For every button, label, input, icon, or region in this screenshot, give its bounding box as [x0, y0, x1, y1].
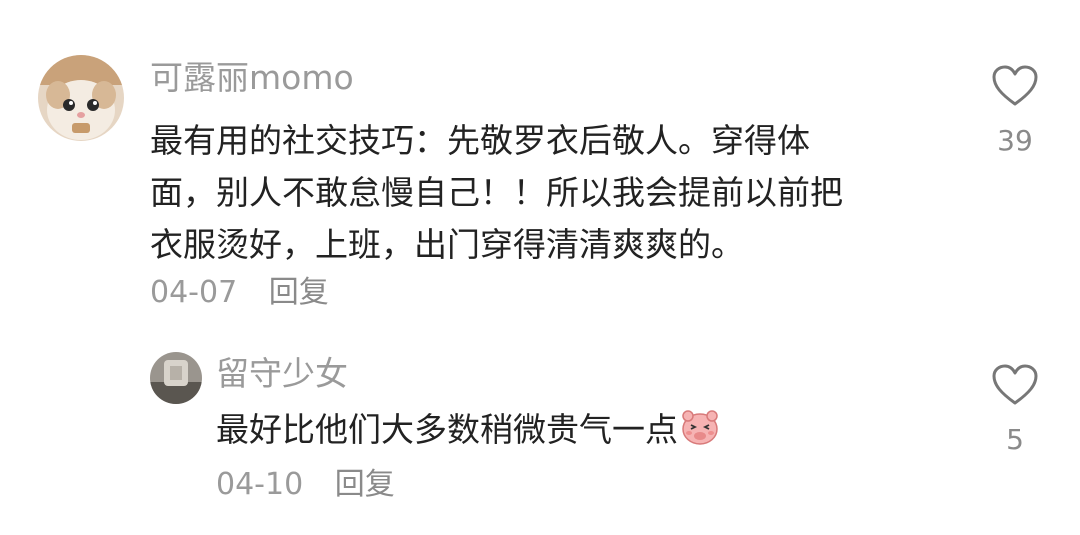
comment-text: 最有用的社交技巧：先敬罗衣后敬人。穿得体 面，别人不敢怠慢自己！！所以我会提前以… [150, 115, 843, 271]
comment-text: 最好比他们大多数稍微贵气一点 [216, 404, 720, 462]
comment-date: 04-10 [216, 467, 304, 502]
like-button[interactable]: 5 [985, 363, 1045, 457]
comment-text-line: 衣服烫好，上班，出门穿得清清爽爽的。 [150, 225, 744, 264]
reply-comment-item: 留守少女 最好比他们大多数稍微贵气一点 04-10 回复 5 [0, 330, 1080, 535]
blushing-pig-face-emoji [680, 407, 720, 462]
heart-outline-icon [992, 65, 1038, 106]
comment-text-line: 最有用的社交技巧：先敬罗衣后敬人。穿得体 [150, 121, 810, 160]
heart-outline-icon [992, 364, 1038, 405]
like-button[interactable]: 39 [985, 64, 1045, 158]
avatar[interactable] [150, 352, 202, 404]
reply-button[interactable]: 回复 [269, 275, 329, 310]
like-count: 5 [1006, 423, 1024, 456]
like-count: 39 [997, 124, 1033, 157]
reply-button[interactable]: 回复 [335, 467, 395, 502]
avatar[interactable] [38, 55, 124, 141]
comment-meta: 04-10 回复 [216, 466, 395, 504]
comment-item: 可露丽momo 最有用的社交技巧：先敬罗衣后敬人。穿得体 面，别人不敢怠慢自己！… [0, 0, 1080, 330]
photo-avatar-image [150, 352, 202, 404]
cat-avatar-image [38, 55, 124, 141]
comment-text-line: 最好比他们大多数稍微贵气一点 [216, 410, 678, 449]
username[interactable]: 可露丽momo [150, 58, 354, 98]
comment-date: 04-07 [150, 275, 238, 310]
comment-meta: 04-07 回复 [150, 274, 329, 312]
username[interactable]: 留守少女 [216, 354, 348, 394]
comment-text-line: 面，别人不敢怠慢自己！！所以我会提前以前把 [150, 173, 843, 212]
